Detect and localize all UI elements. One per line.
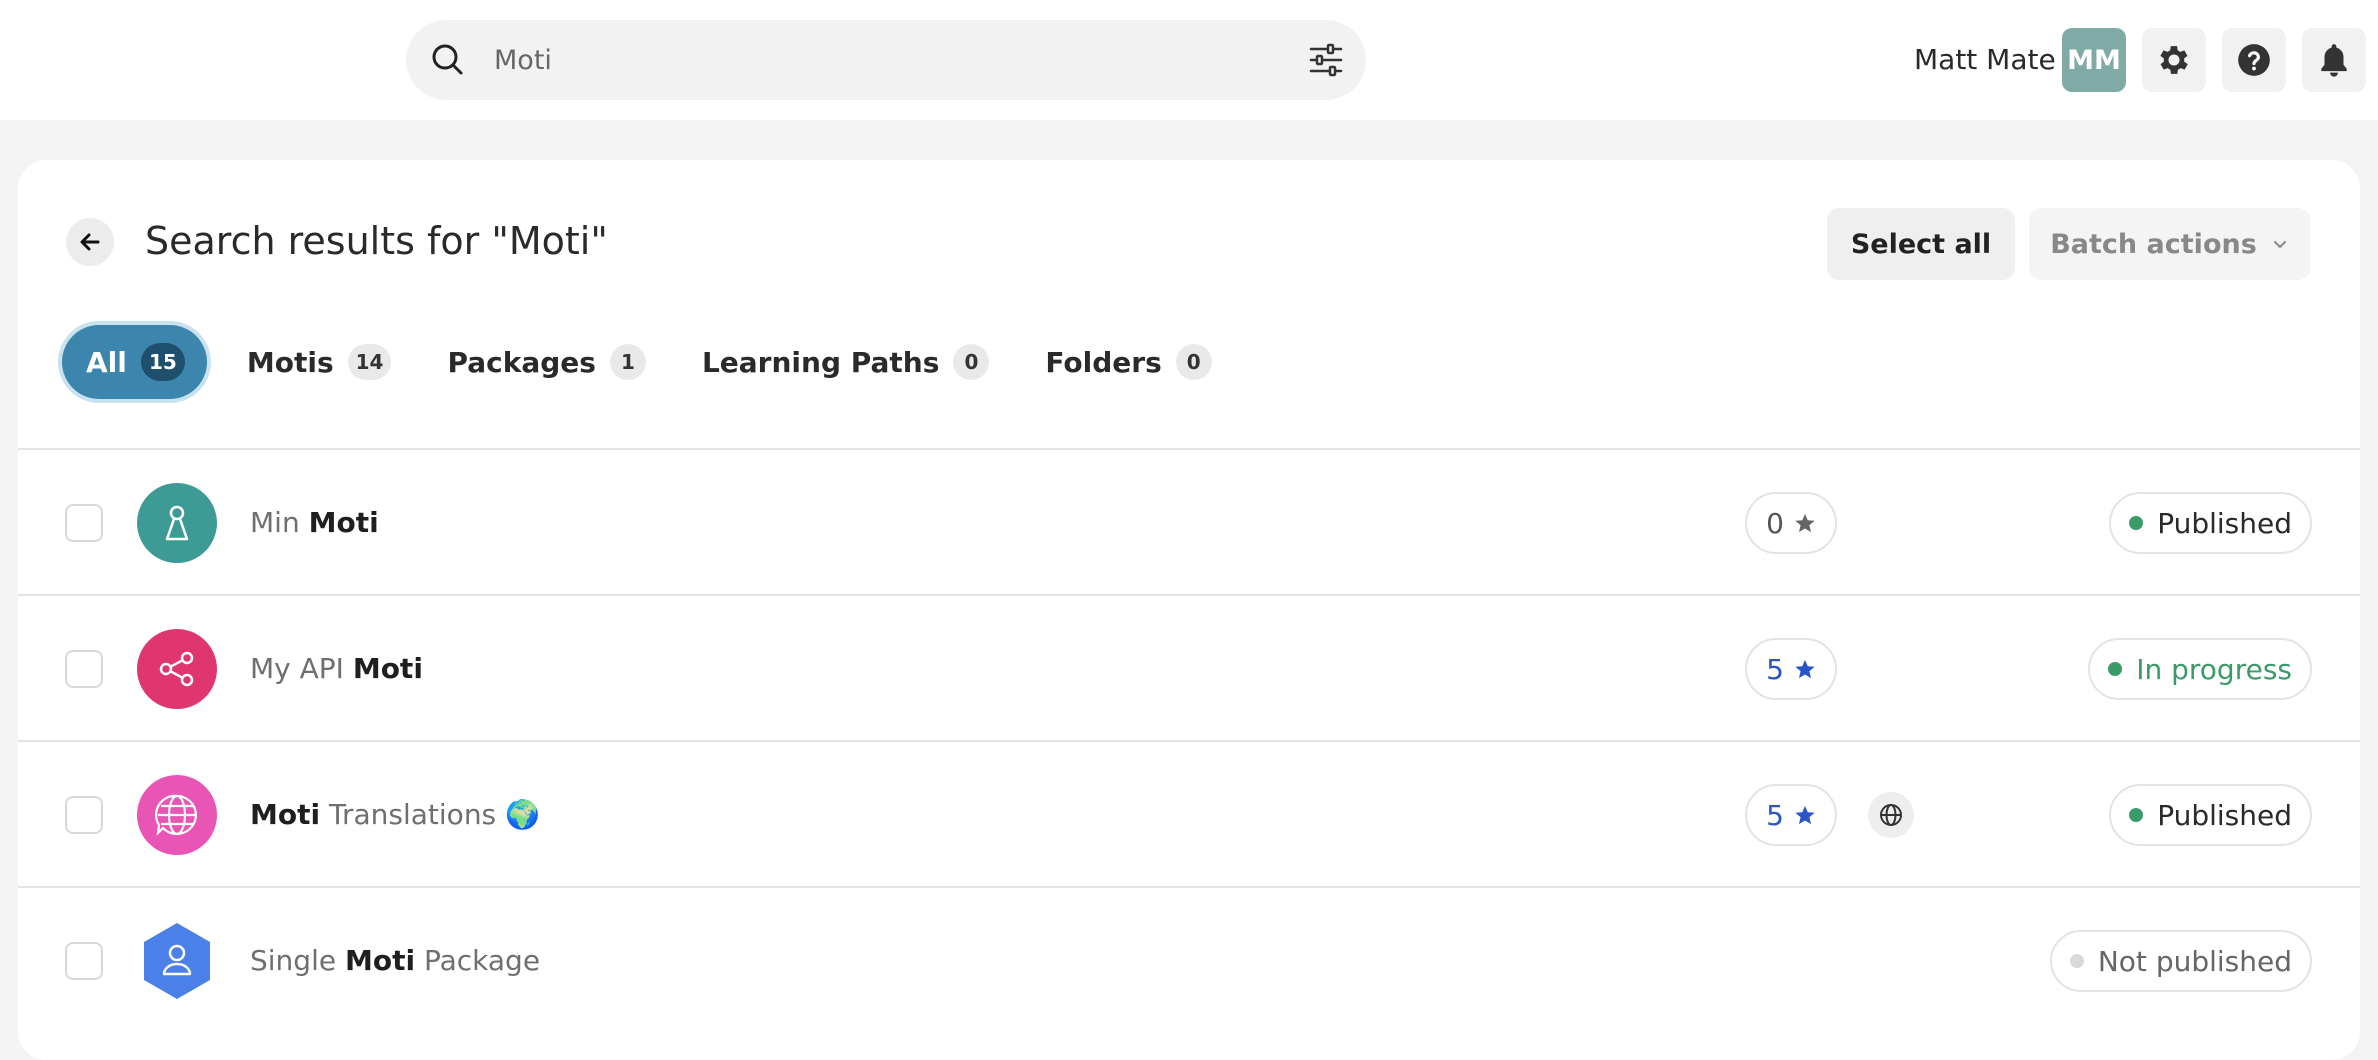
notifications-button[interactable]	[2302, 28, 2366, 92]
rating-value: 0	[1766, 506, 1784, 540]
page-title: Search results for "Moti"	[145, 219, 608, 263]
results-card: Search results for "Moti" Select all Bat…	[18, 160, 2360, 1060]
tab-folders[interactable]: Folders 0	[1045, 325, 1212, 399]
settings-button[interactable]	[2142, 28, 2206, 92]
result-title[interactable]: Min Moti	[250, 506, 379, 539]
moti-thumbnail	[137, 775, 217, 855]
tab-motis[interactable]: Motis 14	[247, 325, 392, 399]
avatar[interactable]: MM	[2062, 28, 2126, 92]
tab-packages[interactable]: Packages 1	[447, 325, 646, 399]
rating-badge[interactable]: 5	[1745, 638, 1837, 700]
result-title[interactable]: Moti Translations 🌍	[250, 798, 540, 831]
search-input[interactable]	[494, 36, 1254, 84]
moti-thumbnail	[137, 629, 217, 709]
search-icon	[432, 44, 463, 75]
result-title[interactable]: Single Moti Package	[250, 944, 540, 977]
tab-label: All	[86, 345, 127, 379]
rating-value: 5	[1766, 652, 1784, 686]
row-checkbox[interactable]	[65, 942, 103, 980]
batch-actions-button[interactable]: Batch actions	[2029, 208, 2310, 280]
status-label: In progress	[2136, 652, 2292, 686]
help-button[interactable]	[2222, 28, 2286, 92]
language-globe-badge[interactable]	[1868, 792, 1914, 838]
status-label: Published	[2157, 506, 2292, 540]
package-thumbnail	[137, 921, 217, 1001]
tab-count: 1	[609, 344, 646, 380]
tab-count: 0	[1175, 344, 1212, 380]
select-all-button[interactable]: Select all	[1827, 208, 2015, 280]
tab-label: Motis	[246, 345, 334, 379]
person-pin-icon	[165, 505, 189, 541]
star-icon	[1795, 513, 1815, 533]
help-icon	[2238, 44, 2270, 76]
filter-sliders-icon[interactable]	[1306, 40, 1346, 80]
status-label: Not published	[2097, 944, 2292, 978]
search-bar[interactable]	[406, 20, 1366, 100]
rating-badge[interactable]: 0	[1745, 492, 1837, 554]
globe-icon	[1880, 804, 1902, 826]
tab-label: Folders	[1045, 345, 1162, 379]
star-icon	[1795, 805, 1815, 825]
batch-actions-label: Batch actions	[2050, 228, 2257, 260]
rating-value: 5	[1766, 798, 1784, 832]
gear-icon	[2160, 46, 2188, 74]
tab-count: 15	[140, 343, 185, 381]
back-button[interactable]	[66, 218, 114, 266]
top-bar: Matt Mate MM	[0, 0, 2378, 120]
status-badge: In progress	[2088, 638, 2312, 700]
status-badge: Published	[2109, 784, 2312, 846]
tab-count: 14	[347, 344, 392, 380]
list-item[interactable]: Moti Translations 🌍 5 Published	[18, 740, 2360, 886]
person-hexagon-icon	[144, 923, 210, 999]
star-icon	[1795, 659, 1815, 679]
rating-badge[interactable]: 5	[1745, 784, 1837, 846]
chevron-down-icon	[2273, 241, 2286, 249]
status-dot	[2129, 516, 2144, 530]
tab-learning-paths[interactable]: Learning Paths 0	[701, 325, 990, 399]
tab-label: Packages	[447, 345, 596, 379]
user-name: Matt Mate	[1914, 43, 2056, 76]
filter-tabs: All 15 Motis 14 Packages 1 Learning Path…	[62, 325, 1268, 399]
moti-thumbnail	[137, 483, 217, 563]
tab-count: 0	[953, 344, 990, 380]
bell-icon	[2321, 44, 2347, 77]
result-title[interactable]: My API Moti	[250, 652, 423, 685]
row-checkbox[interactable]	[65, 650, 103, 688]
arrow-left-icon	[80, 233, 100, 251]
tab-label: Learning Paths	[701, 345, 940, 379]
share-icon	[159, 651, 194, 687]
status-dot	[2108, 662, 2123, 676]
tab-all[interactable]: All 15	[62, 325, 207, 399]
row-checkbox[interactable]	[65, 504, 103, 542]
list-item[interactable]: Min Moti 0 Published	[18, 448, 2360, 594]
status-label: Published	[2157, 798, 2292, 832]
list-item[interactable]: Single Moti Package Not published	[18, 886, 2360, 1032]
row-checkbox[interactable]	[65, 796, 103, 834]
globe-chat-icon	[155, 794, 197, 837]
status-badge: Published	[2109, 492, 2312, 554]
results-list: Min Moti 0 Published My API Moti 5 In pr…	[18, 448, 2360, 1032]
status-badge: Not published	[2049, 930, 2312, 992]
list-item[interactable]: My API Moti 5 In progress	[18, 594, 2360, 740]
status-dot	[2129, 808, 2144, 822]
status-dot	[2069, 954, 2084, 968]
